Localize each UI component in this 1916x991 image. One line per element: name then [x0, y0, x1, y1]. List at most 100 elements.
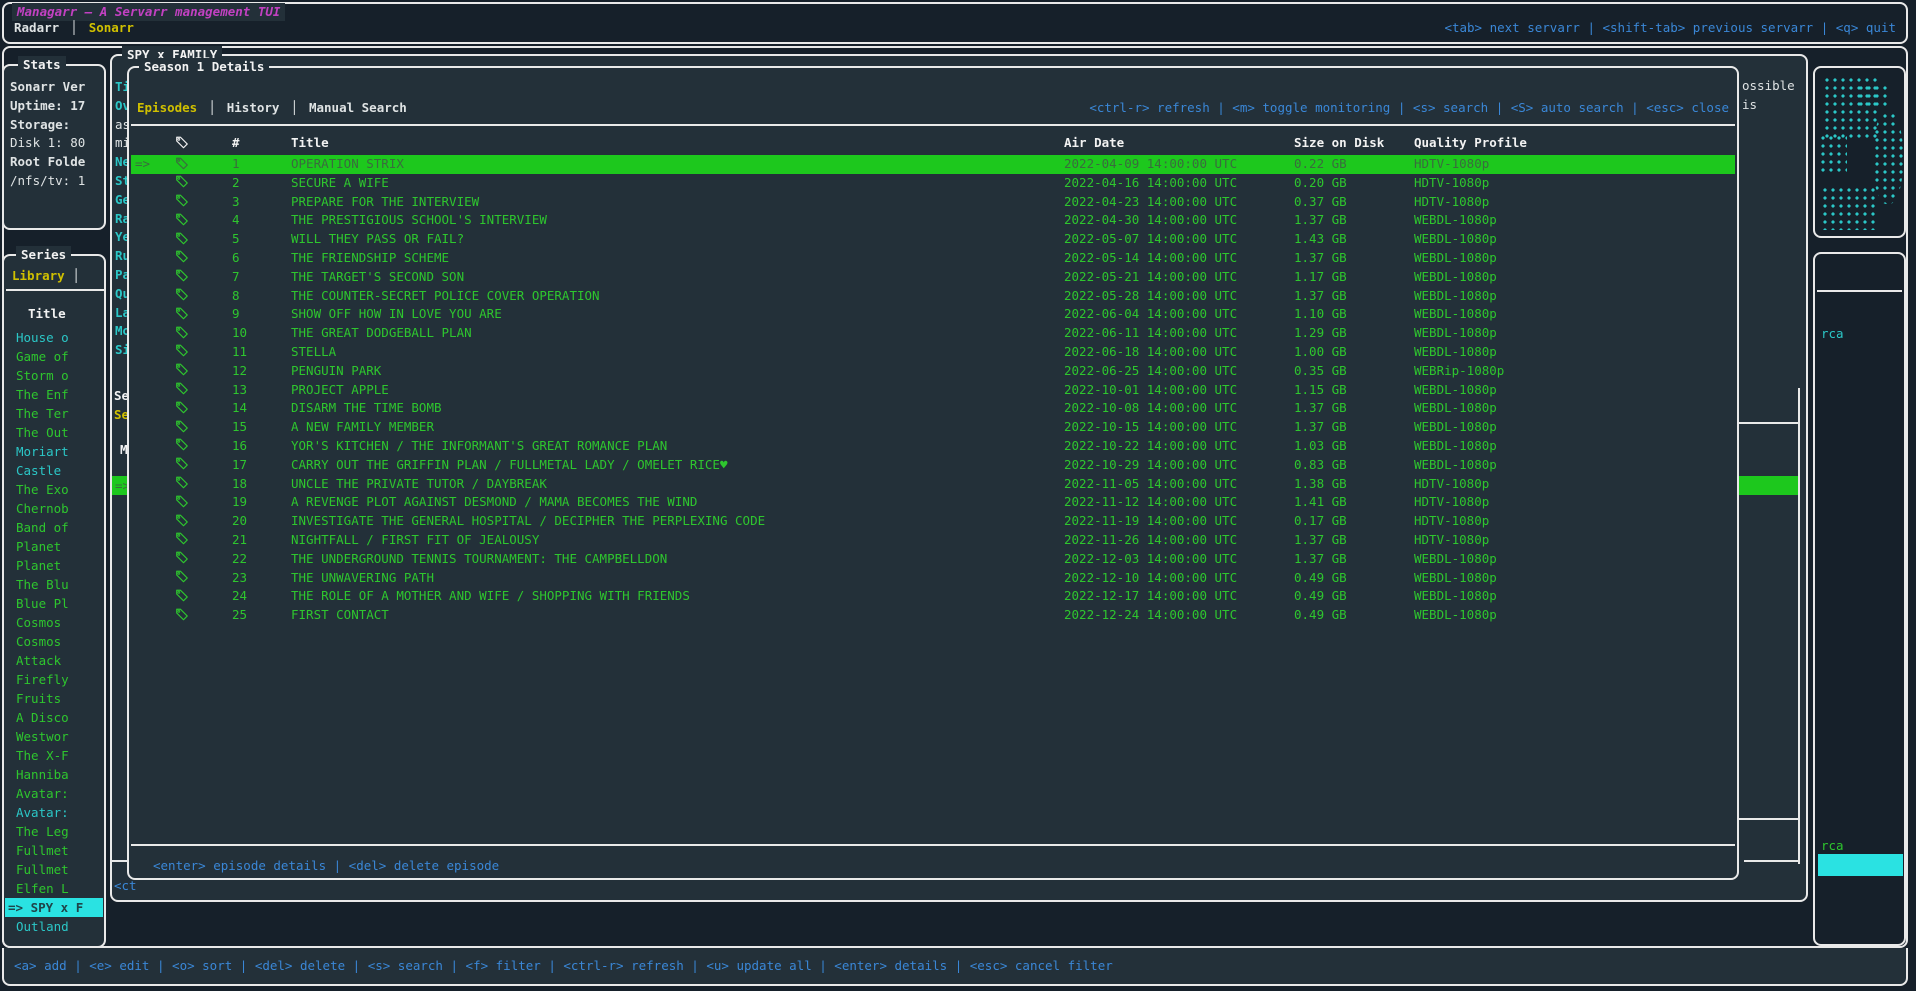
episode-quality: WEBDL-1080p	[1414, 587, 1735, 606]
episode-row[interactable]: 25FIRST CONTACT2022-12-24 14:00:00 UTC0.…	[131, 606, 1735, 625]
episode-row[interactable]: 6THE FRIENDSHIP SCHEME2022-05-14 14:00:0…	[131, 249, 1735, 268]
series-list-item[interactable]: Storm o	[5, 366, 103, 385]
series-list-item[interactable]: Fruits	[5, 689, 103, 708]
series-list-item[interactable]: Game of	[5, 347, 103, 366]
episode-row[interactable]: 9SHOW OFF HOW IN LOVE YOU ARE2022-06-04 …	[131, 305, 1735, 324]
episode-row[interactable]: 24THE ROLE OF A MOTHER AND WIFE / SHOPPI…	[131, 587, 1735, 606]
series-list-item[interactable]: Firefly	[5, 670, 103, 689]
tab-sonarr[interactable]: Sonarr	[89, 18, 134, 37]
season-details-window: Season 1 Details Episodes│History│Manual…	[127, 66, 1739, 880]
managarr-app: Managarr — A Servarr management TUI Rada…	[0, 0, 1916, 991]
episode-quality: WEBDL-1080p	[1414, 305, 1735, 324]
episode-row[interactable]: 11STELLA2022-06-18 14:00:00 UTC1.00 GBWE…	[131, 343, 1735, 362]
series-list-item[interactable]: Chernob	[5, 499, 103, 518]
series-list-item[interactable]: A Disco	[5, 708, 103, 727]
bookmark-icon	[176, 569, 232, 588]
episode-row[interactable]: =>1OPERATION STRIX2022-04-09 14:00:00 UT…	[131, 155, 1735, 174]
tab-radarr[interactable]: Radarr	[14, 18, 59, 37]
series-list-item[interactable]: The Out	[5, 423, 103, 442]
episode-number: 16	[232, 437, 291, 456]
selection-marker	[131, 305, 176, 324]
series-list-item[interactable]: => SPY x F	[5, 898, 103, 917]
series-list-item[interactable]: Cosmos	[5, 632, 103, 651]
episode-size: 0.49 GB	[1294, 606, 1414, 625]
episode-air-date: 2022-06-25 14:00:00 UTC	[1064, 362, 1294, 381]
episode-quality: WEBDL-1080p	[1414, 418, 1735, 437]
series-list-item[interactable]: Hanniba	[5, 765, 103, 784]
episode-title: INVESTIGATE THE GENERAL HOSPITAL / DECIP…	[291, 512, 1064, 531]
series-list-item[interactable]: Castle	[5, 461, 103, 480]
series-list-item[interactable]: Elfen L	[5, 879, 103, 898]
series-list-item[interactable]: Outland	[5, 917, 103, 936]
series-list-item[interactable]: Avatar:	[5, 784, 103, 803]
episode-row[interactable]: 18UNCLE THE PRIVATE TUTOR / DAYBREAK2022…	[131, 475, 1735, 494]
series-list-item[interactable]: Band of	[5, 518, 103, 537]
episode-title: THE PRESTIGIOUS SCHOOL'S INTERVIEW	[291, 211, 1064, 230]
series-list-item[interactable]: The Enf	[5, 385, 103, 404]
episode-air-date: 2022-11-05 14:00:00 UTC	[1064, 475, 1294, 494]
episode-row[interactable]: 17CARRY OUT THE GRIFFIN PLAN / FULLMETAL…	[131, 456, 1735, 475]
episode-title: PROJECT APPLE	[291, 381, 1064, 400]
selection-marker	[131, 362, 176, 381]
tab-episodes[interactable]: Episodes	[137, 98, 197, 117]
tab-history[interactable]: History	[227, 98, 280, 117]
episode-size: 1.37 GB	[1294, 531, 1414, 550]
episode-row[interactable]: 19A REVENGE PLOT AGAINST DESMOND / MAMA …	[131, 493, 1735, 512]
episode-size: 1.10 GB	[1294, 305, 1414, 324]
series-list-item[interactable]: The Blu	[5, 575, 103, 594]
episode-quality: WEBDL-1080p	[1414, 211, 1735, 230]
episode-row[interactable]: 4THE PRESTIGIOUS SCHOOL'S INTERVIEW2022-…	[131, 211, 1735, 230]
series-list-item[interactable]: Fullmet	[5, 860, 103, 879]
episode-number: 10	[232, 324, 291, 343]
episode-row[interactable]: 7THE TARGET'S SECOND SON2022-05-21 14:00…	[131, 268, 1735, 287]
episode-number: 1	[232, 155, 291, 174]
series-list-item[interactable]: Moriart	[5, 442, 103, 461]
episode-row[interactable]: 10THE GREAT DODGEBALL PLAN2022-06-11 14:…	[131, 324, 1735, 343]
episode-keybind-hints: <enter> episode details | <del> delete e…	[153, 856, 499, 875]
episode-size: 1.41 GB	[1294, 493, 1414, 512]
series-list-item[interactable]: Westwor	[5, 727, 103, 746]
series-list-item[interactable]: The Leg	[5, 822, 103, 841]
series-list-item[interactable]: Cosmos	[5, 613, 103, 632]
episode-row[interactable]: 21NIGHTFALL / FIRST FIT OF JEALOUSY2022-…	[131, 531, 1735, 550]
series-list-item[interactable]: The Ter	[5, 404, 103, 423]
episode-row[interactable]: 5WILL THEY PASS OR FAIL?2022-05-07 14:00…	[131, 230, 1735, 249]
episode-row[interactable]: 23THE UNWAVERING PATH2022-12-10 14:00:00…	[131, 569, 1735, 588]
column-title: Title	[291, 134, 1064, 153]
tab-library[interactable]: Library │	[12, 266, 80, 285]
episode-row[interactable]: 14DISARM THE TIME BOMB2022-10-08 14:00:0…	[131, 399, 1735, 418]
episode-row[interactable]: 3PREPARE FOR THE INTERVIEW2022-04-23 14:…	[131, 193, 1735, 212]
episode-row[interactable]: 2SECURE A WIFE2022-04-16 14:00:00 UTC0.2…	[131, 174, 1735, 193]
episode-quality: WEBDL-1080p	[1414, 230, 1735, 249]
selection-marker	[131, 193, 176, 212]
bookmark-icon	[176, 155, 232, 174]
episode-quality: WEBDL-1080p	[1414, 606, 1735, 625]
episode-row[interactable]: 20INVESTIGATE THE GENERAL HOSPITAL / DEC…	[131, 512, 1735, 531]
series-list-item[interactable]: Avatar:	[5, 803, 103, 822]
stats-lines: Sonarr VerUptime: 17Storage:Disk 1: 80Ro…	[6, 78, 102, 191]
episode-row[interactable]: 12PENGUIN PARK2022-06-25 14:00:00 UTC0.3…	[131, 362, 1735, 381]
episode-size: 0.83 GB	[1294, 456, 1414, 475]
series-list-item[interactable]: The Exo	[5, 480, 103, 499]
selection-marker	[131, 343, 176, 362]
series-list-item[interactable]: Blue Pl	[5, 594, 103, 613]
episode-row[interactable]: 15A NEW FAMILY MEMBER2022-10-15 14:00:00…	[131, 418, 1735, 437]
episode-air-date: 2022-12-03 14:00:00 UTC	[1064, 550, 1294, 569]
episode-title: STELLA	[291, 343, 1064, 362]
episode-row[interactable]: 8THE COUNTER-SECRET POLICE COVER OPERATI…	[131, 287, 1735, 306]
episode-row[interactable]: 16YOR'S KITCHEN / THE INFORMANT'S GREAT …	[131, 437, 1735, 456]
series-list-item[interactable]: Planet	[5, 556, 103, 575]
bookmark-icon	[176, 418, 232, 437]
bookmark-icon	[176, 268, 232, 287]
season-tabs: Episodes│History│Manual Search	[137, 98, 407, 117]
series-list-item[interactable]: House o	[5, 328, 103, 347]
series-list-item[interactable]: Attack	[5, 651, 103, 670]
series-list-item[interactable]: The X-F	[5, 746, 103, 765]
bookmark-icon	[176, 174, 232, 193]
episode-row[interactable]: 13PROJECT APPLE2022-10-01 14:00:00 UTC1.…	[131, 381, 1735, 400]
tab-manual-search[interactable]: Manual Search	[309, 98, 407, 117]
series-list-item[interactable]: Planet	[5, 537, 103, 556]
episode-row[interactable]: 22THE UNDERGROUND TENNIS TOURNAMENT: THE…	[131, 550, 1735, 569]
series-list-item[interactable]: Fullmet	[5, 841, 103, 860]
bookmark-icon	[176, 381, 232, 400]
